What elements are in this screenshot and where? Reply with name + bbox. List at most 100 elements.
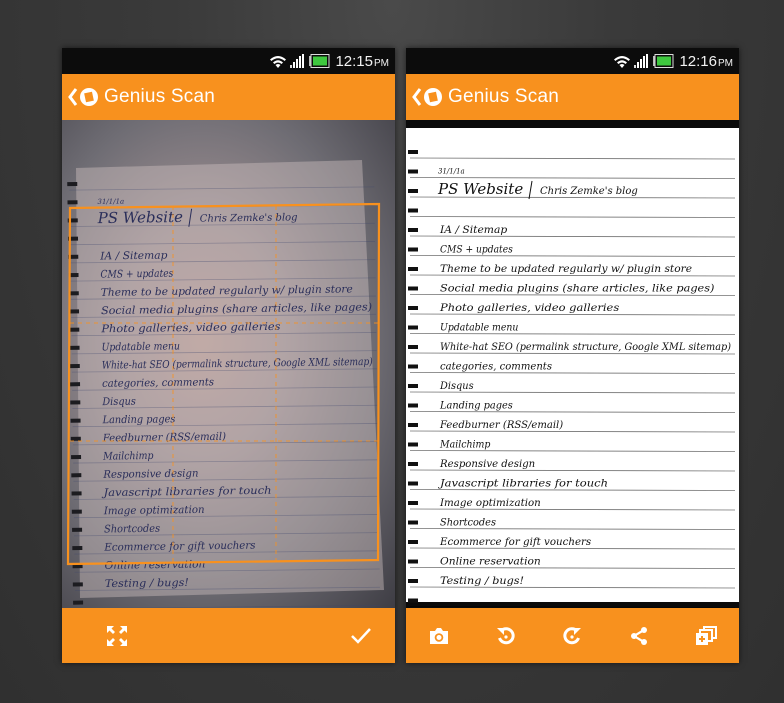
app-bar: Genius Scan — [62, 74, 395, 120]
camera-button[interactable] — [419, 608, 459, 663]
add-pages-icon — [695, 625, 717, 645]
genius-scan-logo-icon[interactable] — [423, 87, 443, 107]
spiral-ring — [67, 200, 78, 205]
battery-icon — [309, 54, 330, 68]
wifi-icon — [270, 56, 287, 68]
spiral-ring — [408, 384, 418, 388]
add-pages-button[interactable] — [686, 608, 726, 663]
spiral-ring — [72, 527, 83, 532]
note-line: Mailchimp — [439, 439, 491, 451]
spiral-ring — [408, 286, 418, 291]
note-line: Javascript libraries for touch — [438, 478, 608, 490]
spiral-ring — [408, 364, 418, 369]
spiral-ring — [70, 436, 81, 441]
camera-icon — [430, 627, 449, 644]
signal-icon — [290, 54, 305, 68]
spiral-ring — [70, 418, 81, 423]
scanned-page-image: 31/1/1a PS Website Chris Zemke's blog IA / … — [406, 128, 739, 608]
spiral-ring — [408, 520, 418, 525]
rotate-left-icon — [496, 626, 515, 644]
spiral-ring — [408, 267, 418, 271]
spiral-ring — [408, 150, 418, 154]
signal-icon — [634, 54, 649, 68]
note-line: Social media plugins (share articles, li… — [440, 283, 714, 295]
note-line: Mailchimp — [102, 450, 154, 463]
note-date: 31/1/1a — [97, 198, 124, 206]
spiral-ring — [408, 579, 418, 583]
status-bar: 12:16PM — [406, 48, 739, 74]
note-line: categories, comments — [440, 361, 553, 373]
note-heading-right: Chris Zemke's blog — [540, 186, 638, 197]
share-button[interactable] — [619, 608, 659, 663]
note-line: categories, comments — [102, 376, 215, 390]
spiral-ring — [70, 382, 81, 387]
note-line: Responsive design — [102, 468, 199, 481]
note-line: Theme to be updated regularly w/ plugin … — [440, 263, 692, 275]
spiral-ring — [408, 540, 418, 544]
note-line: Disqus — [439, 380, 474, 392]
note-line: Photo galleries, video galleries — [439, 302, 620, 314]
note-heading-right: Chris Zemke's blog — [200, 212, 298, 224]
note-line: CMS + updates — [100, 268, 173, 281]
spiral-ring — [69, 327, 80, 332]
spiral-ring — [408, 247, 418, 252]
note-line: Online reservation — [104, 558, 205, 571]
spiral-ring — [71, 473, 82, 478]
note-line: Disqus — [101, 396, 136, 408]
spiral-ring — [408, 306, 418, 310]
spiral-ring — [408, 208, 418, 213]
spiral-ring — [408, 598, 418, 603]
genius-scan-logo-icon[interactable] — [79, 87, 99, 107]
spiral-ring — [72, 582, 83, 587]
note-line: Landing pages — [439, 400, 513, 412]
note-line: White-hat SEO (permalink structure, Goog… — [440, 341, 731, 353]
note-line: Ecommerce for gift vouchers — [103, 540, 256, 554]
note-line: Responsive design — [439, 458, 535, 470]
back-chevron-icon[interactable] — [412, 87, 422, 107]
spiral-ring — [408, 442, 418, 447]
spiral-ring — [72, 545, 83, 551]
note-line: Shortcodes — [440, 517, 497, 529]
status-clock: 12:16PM — [679, 52, 733, 70]
share-icon — [631, 626, 648, 645]
notebook-page-image: 31/1/1a PS Website Chris Zemke's blog IA / … — [66, 160, 384, 608]
app-bar: Genius Scan — [406, 74, 739, 120]
rotate-right-button[interactable] — [552, 608, 592, 663]
note-line: Feedburner (RSS/email) — [439, 419, 563, 431]
spiral-ring — [408, 325, 418, 330]
note-date: 31/1/1a — [438, 168, 465, 176]
note-line: Updatable menu — [101, 340, 180, 353]
spiral-ring — [71, 491, 82, 496]
expand-frame-button[interactable] — [97, 608, 137, 663]
spiral-ring — [408, 481, 418, 486]
confirm-crop-button[interactable] — [341, 608, 381, 663]
checkmark-icon — [351, 627, 371, 644]
note-line: Ecommerce for gift vouchers — [439, 536, 592, 548]
expand-arrows-icon — [107, 625, 127, 646]
phone-crop-screen: 12:15PM Genius Scan 31/1/1a PS Website Chr… — [62, 48, 395, 663]
spiral-ring — [408, 501, 418, 505]
back-chevron-icon[interactable] — [68, 87, 78, 107]
rotate-left-button[interactable] — [486, 608, 526, 663]
spiral-ring — [408, 403, 418, 408]
status-clock: 12:15PM — [335, 52, 389, 70]
note-line: Updatable menu — [440, 322, 519, 334]
note-line: CMS + updates — [440, 244, 513, 256]
spiral-ring — [408, 169, 418, 174]
spiral-ring — [408, 189, 418, 193]
battery-icon — [653, 54, 674, 68]
bottom-toolbar — [62, 608, 395, 663]
note-line: Feedburner (RSS/email) — [102, 431, 226, 445]
note-heading: PS Website — [97, 208, 184, 227]
app-title: Genius Scan — [104, 86, 215, 107]
note-line: Online reservation — [440, 556, 541, 568]
camera-preview: 31/1/1a PS Website Chris Zemke's blog IA / … — [62, 120, 395, 608]
wifi-icon — [614, 56, 631, 68]
note-line: Testing / bugs! — [440, 575, 524, 587]
spiral-ring — [69, 363, 80, 369]
status-bar: 12:15PM — [62, 48, 395, 74]
scan-result-view: 31/1/1a PS Website Chris Zemke's blog IA / … — [406, 120, 739, 608]
phone-result-screen: 12:16PM Genius Scan 31/1/1a PS Website Chr… — [406, 48, 739, 663]
spiral-ring — [408, 559, 418, 564]
spiral-ring — [71, 454, 82, 460]
